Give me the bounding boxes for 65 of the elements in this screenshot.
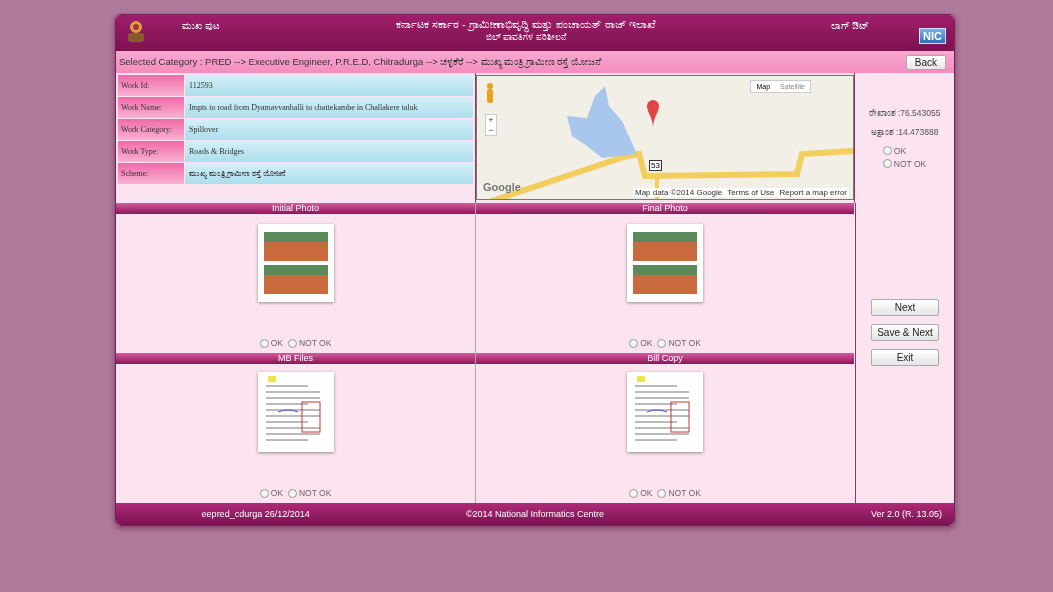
radio-button[interactable] — [259, 488, 269, 498]
home-link[interactable]: ಮುಖ ಪುಟ — [182, 20, 220, 32]
field-value: 112593 — [185, 75, 473, 96]
section-header: Bill Copy — [476, 353, 854, 364]
radio-button[interactable] — [629, 338, 639, 348]
longitude-text: ರೇಖಾಂಶ :76.543055 — [868, 107, 941, 119]
field-label: Work Type: — [118, 141, 184, 162]
section-header: Final Photo — [476, 203, 854, 214]
map-attribution: Map data ©2014 Google — [635, 188, 723, 197]
field-label: Work Category: — [118, 119, 184, 140]
photo-placeholder — [263, 265, 328, 294]
radio-button[interactable] — [287, 488, 297, 498]
radio-option[interactable]: OK — [629, 338, 653, 348]
radio-option[interactable]: NOT OK — [657, 488, 701, 498]
pegman-icon[interactable] — [485, 82, 495, 104]
document-thumbnail[interactable] — [627, 372, 703, 452]
action-button[interactable]: Exit — [871, 349, 939, 366]
terms-link[interactable]: Terms of Use — [727, 188, 775, 197]
field-value: Impts to road from Dyamavvanhalli to chattekambe in Challakere taluk — [185, 97, 473, 118]
page-subtitle: ಬಿಲ್ ಪಾವತಿಗಳ ಪರಿಶೀಲನೆ — [485, 32, 566, 43]
photo-thumbnail[interactable] — [627, 224, 703, 302]
selected-category-text: Selected Category : PRED --> Executive Engineer, P.R.E.D, Chitradurga --> ಚಳ್ಳಕೆರೆ --> ಮುಖ್ಯ ಮಂತ್ರಿ ಗ್ರಾಮೀಣ ರಸ್ತೆ ಯೋಜನೆ — [119, 56, 602, 68]
map-brand: Google — [483, 181, 521, 193]
report-link[interactable]: Report a map error — [779, 188, 847, 197]
photo-placeholder — [263, 232, 328, 261]
field-value: Roads & Bridges — [185, 141, 473, 162]
nic-logo: NIC — [919, 28, 946, 44]
radio-button[interactable] — [629, 488, 639, 498]
version-text: Ver 2.0 (R. 13.05) — [869, 509, 943, 519]
field-label: Scheme: — [118, 163, 184, 184]
road-shield: 53 — [649, 160, 662, 171]
radio-button[interactable] — [882, 159, 892, 168]
radio-option[interactable]: NOT OK — [657, 338, 701, 348]
back-button[interactable]: Back — [905, 54, 946, 70]
field-value: ಮುಖ್ಯ ಮಂತ್ರಿ ಗ್ರಾಮೀಣ ರಸ್ತೆ ಯೋಜನೆ — [185, 163, 473, 184]
document-thumbnail[interactable] — [257, 372, 334, 452]
radio-option[interactable]: OK — [259, 488, 283, 498]
radio-button[interactable] — [882, 146, 892, 155]
radio-option[interactable]: NOT OK — [882, 158, 927, 169]
logout-link[interactable]: ಲಾಗ್ ಔಟ್ — [831, 20, 870, 32]
zoom-out-button[interactable]: − — [486, 125, 496, 135]
radio-button[interactable] — [657, 338, 667, 348]
section-header: Initial Photo — [116, 203, 475, 214]
radio-option[interactable]: OK — [259, 338, 283, 348]
copyright-text: ©2014 National Informatics Centre — [464, 509, 606, 519]
photo-placeholder — [633, 232, 697, 261]
zoom-in-button[interactable]: + — [486, 115, 496, 125]
latitude-text: ಅಕ್ಷಾಂಶ :14.473888 — [870, 126, 939, 138]
photo-placeholder — [633, 265, 697, 294]
radio-option[interactable]: NOT OK — [287, 488, 332, 498]
action-button[interactable]: Next — [871, 299, 939, 316]
radio-button[interactable] — [657, 488, 667, 498]
action-button[interactable]: Save & Next — [871, 324, 939, 341]
radio-option[interactable]: OK — [629, 488, 653, 498]
field-value: Spillover — [185, 119, 473, 140]
radio-option[interactable]: OK — [882, 145, 927, 156]
radio-button[interactable] — [287, 338, 297, 348]
photo-thumbnail[interactable] — [257, 224, 334, 302]
section-header: MB Files — [116, 353, 475, 364]
user-date-text: eepred_cdurga 26/12/2014 — [200, 509, 311, 519]
radio-button[interactable] — [259, 338, 269, 348]
page-title: ಕರ್ನಾಟಕ ಸರ್ಕಾರ - ಗ್ರಾಮೀಣಾಭಿವೃದ್ಧಿ ಮತ್ತು ಪಂಚಾಯತ್ ರಾಜ್ ಇಲಾಖೆ — [396, 18, 656, 31]
field-label: Work Name: — [118, 97, 184, 118]
radio-option[interactable]: NOT OK — [287, 338, 332, 348]
field-label: Work Id: — [118, 75, 184, 96]
